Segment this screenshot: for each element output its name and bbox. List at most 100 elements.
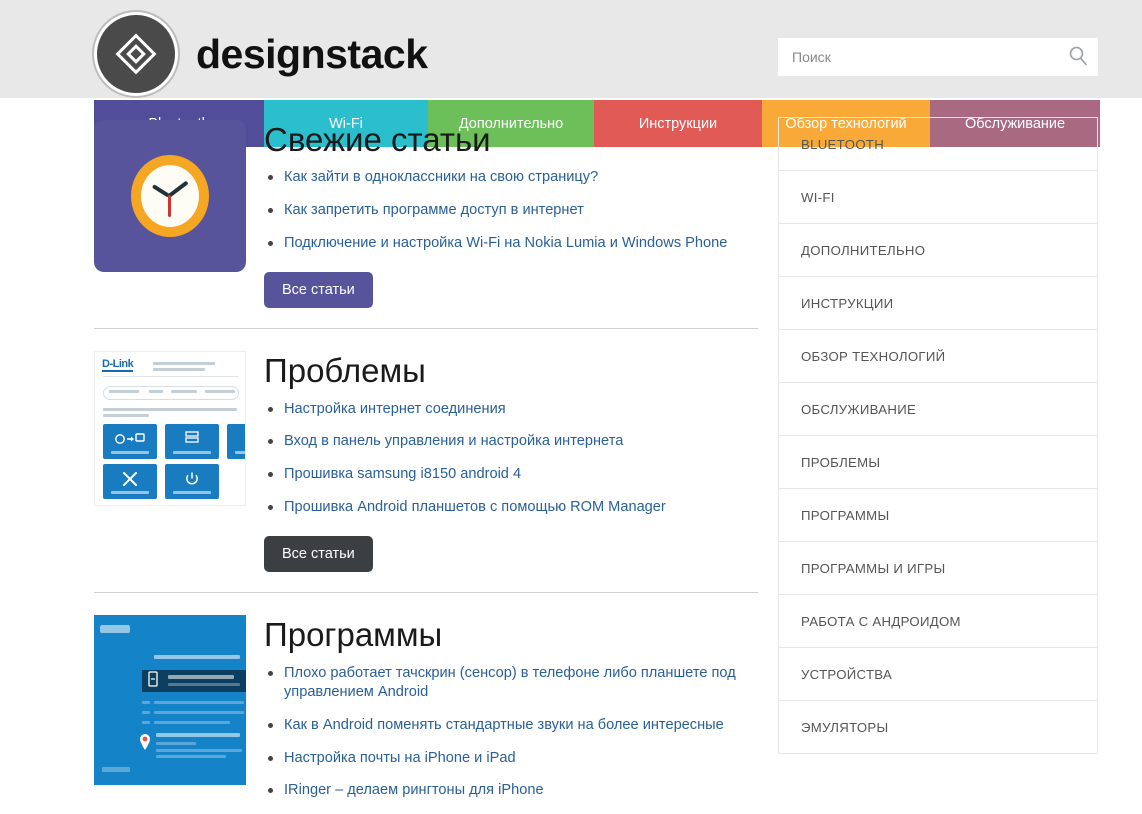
skeleton-line [153, 362, 215, 366]
sidebar-item-label: BLUETOOTH [801, 136, 885, 152]
skeleton-line [142, 721, 150, 725]
article-link[interactable]: Настройка почты на iPhone и iPad [284, 750, 516, 766]
sidebar-item-label: ИНСТРУКЦИИ [801, 295, 894, 311]
article-link[interactable]: Вход в панель управления и настройка инт… [284, 433, 623, 449]
brand[interactable]: designstack [94, 12, 428, 96]
search-box[interactable] [778, 38, 1098, 76]
section-link-list: Настройка интернет соединения Вход в пане… [264, 400, 758, 518]
skeleton-line [205, 390, 235, 394]
content-section: Свежие статьи Как зайти в одноклассники н… [94, 98, 758, 309]
skeleton-line [103, 376, 239, 378]
search-input[interactable] [778, 38, 1058, 76]
wifi-to-monitor-icon [115, 432, 145, 451]
section-thumbnail[interactable] [94, 615, 246, 814]
article-link[interactable]: Как зайти в одноклассники на свою страни… [284, 169, 598, 185]
article-link[interactable]: Подключение и настройка Wi-Fi на Nokia L… [284, 235, 727, 251]
tile-label [111, 491, 149, 495]
section-title: Проблемы [264, 352, 426, 390]
sidebar-item-6[interactable]: ОБСЛУЖИВАНИЕ [779, 383, 1097, 436]
search-icon [1067, 45, 1089, 70]
dlink-logo: D-Link [102, 358, 134, 373]
sidebar-item-label: РАБОТА С АНДРОИДОМ [801, 613, 961, 629]
sidebar-item-label: ПРОГРАММЫ [801, 507, 890, 523]
list-item: Прошивка Android планшетов с помощью ROM… [264, 498, 758, 518]
skeleton-line [149, 390, 163, 394]
sidebar-item-label: УСТРОЙСТВА [801, 666, 893, 682]
content-section: D-Link Проблемы Настройка интернет соедине… [94, 328, 758, 573]
section-body: Свежие статьи Как зайти в одноклассники н… [264, 120, 758, 309]
section-title: Программы [264, 616, 443, 654]
skeleton-line [109, 390, 139, 394]
sidebar-item-5[interactable]: ОБЗОР ТЕХНОЛОГИЙ [779, 330, 1097, 383]
screen-heading [154, 655, 240, 660]
skeleton-line [171, 390, 197, 394]
clock-minute-hand [167, 180, 189, 198]
skeleton-line [103, 414, 149, 418]
router-url-bar [103, 386, 239, 401]
brand-name: designstack [196, 30, 428, 77]
router-tile[interactable] [103, 464, 157, 500]
section-thumbnail[interactable]: D-Link [94, 351, 246, 572]
router-tile[interactable] [165, 464, 219, 500]
row-sublabel [168, 683, 240, 687]
article-link[interactable]: Прошивка Android планшетов с помощью ROM… [284, 499, 666, 515]
sidebar-item-label: WI-FI [801, 189, 835, 205]
article-link[interactable]: Как в Android поменять стандартные звуки… [284, 717, 724, 733]
sidebar-item-10[interactable]: РАБОТА С АНДРОИДОМ [779, 595, 1097, 648]
main-content: Свежие статьи Как зайти в одноклассники н… [94, 98, 758, 814]
article-link[interactable]: IRinger – делаем рингтоны для iPhone [284, 782, 544, 798]
skeleton-line [156, 749, 242, 753]
skeleton-line [156, 742, 196, 746]
sidebar-item-3[interactable]: ДОПОЛНИТЕЛЬНО [779, 224, 1097, 277]
section-thumbnail[interactable] [94, 120, 246, 308]
sidebar-item-label: ОБЗОР ТЕХНОЛОГИЙ [801, 348, 946, 364]
blue-setup-screen-thumbnail [94, 615, 246, 786]
list-item: Настройка интернет соединения [264, 400, 758, 420]
sidebar-item-label: ОБСЛУЖИВАНИЕ [801, 401, 917, 417]
phone-icon [146, 671, 160, 692]
router-tile[interactable] [227, 424, 245, 460]
sidebar-item-11[interactable]: УСТРОЙСТВА [779, 648, 1097, 701]
router-tile[interactable] [103, 424, 157, 460]
list-item: Как в Android поменять стандартные звуки… [264, 716, 758, 736]
sidebar-item-7[interactable]: ПРОБЛЕМЫ [779, 436, 1097, 489]
skeleton-line [154, 701, 244, 705]
article-link[interactable]: Плохо работает тачскрин (сенсор) в телеф… [284, 665, 736, 701]
all-articles-button[interactable]: Все статьи [264, 536, 373, 573]
skeleton-line [154, 721, 230, 725]
clock-second-hand [168, 195, 171, 217]
skeleton-line [156, 733, 240, 738]
article-link[interactable]: Как запретить программе доступ в интерне… [284, 202, 584, 218]
section-title: Свежие статьи [264, 121, 491, 158]
skeleton-line [153, 368, 205, 372]
sidebar-item-4[interactable]: ИНСТРУКЦИИ [779, 277, 1097, 330]
category-sidebar: BLUETOOTH WI-FI ДОПОЛНИТЕЛЬНО ИНСТРУКЦИИ ОБЗ… [778, 117, 1098, 754]
search-button[interactable] [1058, 38, 1098, 76]
list-item: IRinger – делаем рингтоны для iPhone [264, 781, 758, 801]
sidebar-item-1[interactable]: BLUETOOTH [779, 118, 1097, 171]
tile-label [111, 451, 149, 455]
list-item: Подключение и настройка Wi-Fi на Nokia L… [264, 234, 758, 254]
skeleton-line [142, 711, 150, 715]
clock-thumbnail [94, 120, 246, 272]
skeleton-line [154, 711, 244, 715]
article-link[interactable]: Настройка интернет соединения [284, 401, 506, 417]
section-link-list: Плохо работает тачскрин (сенсор) в телеф… [264, 664, 758, 801]
page-body: Свежие статьи Как зайти в одноклассники н… [0, 98, 1142, 798]
sidebar-item-8[interactable]: ПРОГРАММЫ [779, 489, 1097, 542]
article-link[interactable]: Прошивка samsung i8150 android 4 [284, 466, 521, 482]
skeleton-line [156, 755, 226, 759]
highlighted-row[interactable] [142, 670, 246, 693]
sidebar-item-9[interactable]: ПРОГРАММЫ И ИГРЫ [779, 542, 1097, 595]
power-icon [184, 471, 200, 492]
sidebar-item-12[interactable]: ЭМУЛЯТОРЫ [779, 701, 1097, 754]
row-label [168, 675, 234, 680]
sidebar-item-label: ДОПОЛНИТЕЛЬНО [801, 242, 926, 258]
tile-label [235, 451, 245, 455]
sidebar-item-2[interactable]: WI-FI [779, 171, 1097, 224]
all-articles-button[interactable]: Все статьи [264, 272, 373, 309]
section-body: Проблемы Настройка интернет соединения Вхо… [264, 351, 758, 573]
section-link-list: Как зайти в одноклассники на свою страни… [264, 168, 758, 253]
list-item: Как зайти в одноклассники на свою страни… [264, 168, 758, 188]
router-tile[interactable] [165, 424, 219, 460]
